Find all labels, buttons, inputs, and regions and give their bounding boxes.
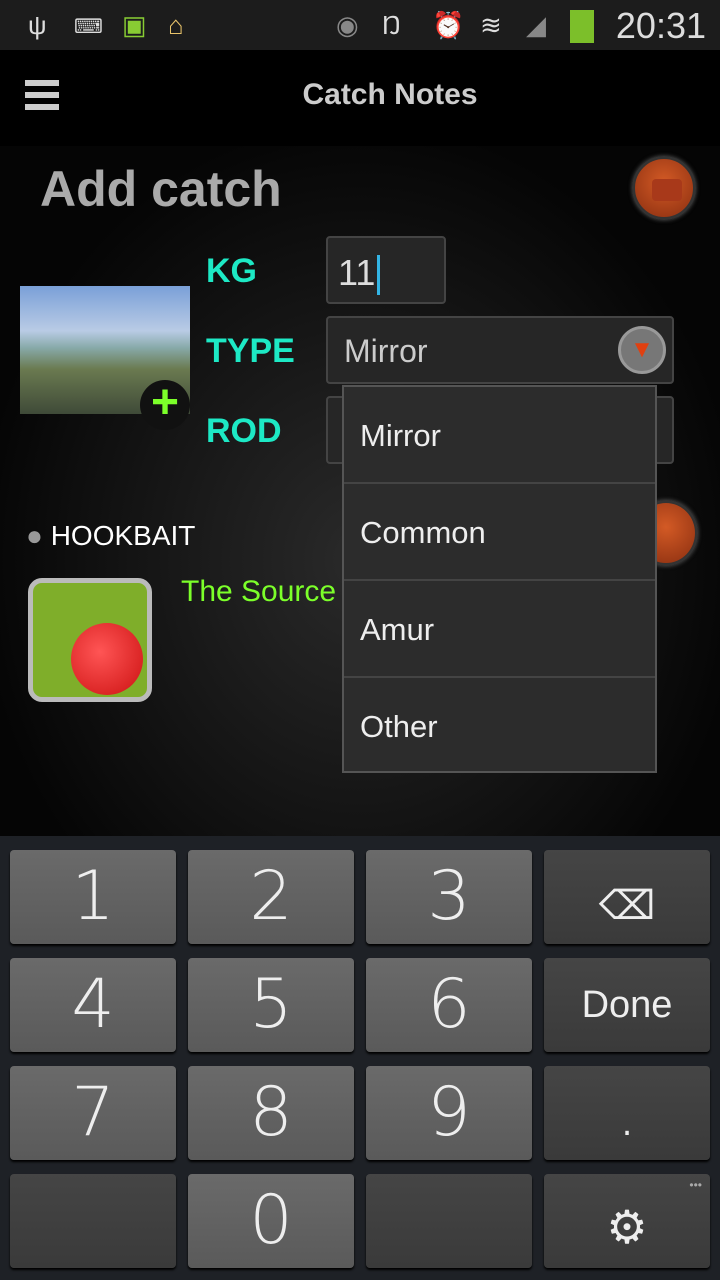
type-label: TYPE <box>206 332 295 370</box>
decimal-key[interactable]: . <box>544 1066 710 1160</box>
key-8[interactable]: 8 <box>188 1066 354 1160</box>
eye-icon: ◉ <box>336 10 359 40</box>
add-photo-button[interactable]: + <box>140 379 190 430</box>
gear-icon: ⚙ <box>606 1200 648 1254</box>
boilie-icon <box>71 623 143 695</box>
battery-charging-icon <box>570 10 594 43</box>
blank-key[interactable] <box>366 1174 532 1268</box>
status-bar: ψ ⌨ ▣ ⌂ ◉ Ŋ ⏰ ≋ ◢ 20:31 <box>0 0 720 50</box>
blank-key[interactable] <box>10 1174 176 1268</box>
key-9[interactable]: 9 <box>366 1066 532 1160</box>
chevron-down-icon: ▼ <box>618 326 666 374</box>
text-cursor <box>377 255 381 296</box>
dropdown-option-mirror[interactable]: Mirror <box>344 387 655 484</box>
key-3[interactable]: 3 <box>366 850 532 944</box>
usb-icon: ψ <box>28 10 47 40</box>
wifi-icon: ≋ <box>480 10 502 40</box>
key-5[interactable]: 5 <box>188 958 354 1052</box>
rod-label: ROD <box>206 412 282 450</box>
alarm-icon: ⏰ <box>432 10 465 40</box>
dropdown-option-other[interactable]: Other <box>344 678 655 775</box>
type-value: Mirror <box>344 333 428 369</box>
type-dropdown-list: Mirror Common Amur Other <box>342 385 657 773</box>
kg-input[interactable]: 11 <box>326 236 446 304</box>
android-battery-icon: ▣ <box>122 10 147 40</box>
app-title: Catch Notes <box>302 78 478 111</box>
search-icon: ● <box>26 520 43 551</box>
key-4[interactable]: 4 <box>10 958 176 1052</box>
key-0[interactable]: 0 <box>188 1174 354 1268</box>
dropdown-option-common[interactable]: Common <box>344 484 655 581</box>
more-indicator: ••• <box>689 1178 702 1192</box>
backspace-icon: ⌫ <box>598 883 656 929</box>
type-spinner[interactable]: Mirror ▼ <box>326 316 674 384</box>
key-6[interactable]: 6 <box>366 958 532 1052</box>
settings-key[interactable]: ⚙ ••• <box>544 1174 710 1268</box>
page-title: Add catch <box>40 161 282 217</box>
camera-icon <box>652 179 682 201</box>
no-vibrate-icon: Ŋ <box>382 10 401 40</box>
dropdown-option-amur[interactable]: Amur <box>344 581 655 678</box>
cleaner-broom-icon: ⌂ <box>168 10 184 40</box>
hookbait-image[interactable] <box>28 578 152 702</box>
done-key[interactable]: Done <box>544 958 710 1052</box>
signal-icon: ◢ <box>526 10 546 40</box>
key-2[interactable]: 2 <box>188 850 354 944</box>
hookbait-value[interactable]: The Source <box>181 575 336 609</box>
kg-label: KG <box>206 252 257 290</box>
hookbait-label: HOOKBAIT <box>50 520 196 551</box>
clock: 20:31 <box>615 5 706 46</box>
key-7[interactable]: 7 <box>10 1066 176 1160</box>
keyboard-icon: ⌨ <box>74 16 103 38</box>
camera-button[interactable] <box>632 156 696 220</box>
backspace-key[interactable]: ⌫ <box>544 850 710 944</box>
kg-value: 11 <box>338 252 376 293</box>
hookbait-header: ● HOOKBAIT <box>26 520 195 552</box>
key-1[interactable]: 1 <box>10 850 176 944</box>
